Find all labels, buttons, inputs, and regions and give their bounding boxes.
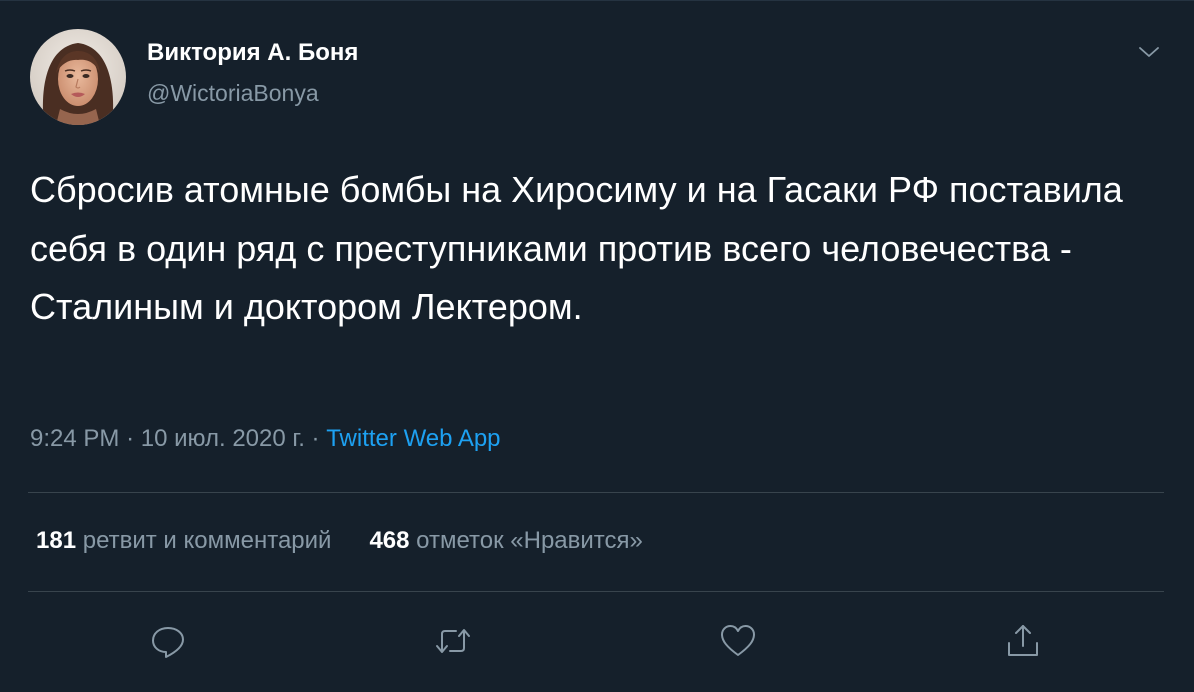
user-handle[interactable]: @WictoriaBonya — [147, 80, 319, 107]
retweets-stat[interactable]: 181 ретвит и комментарий — [36, 527, 331, 554]
heart-icon — [721, 625, 755, 656]
reply-button[interactable] — [148, 621, 188, 661]
likes-count: 468 — [369, 527, 410, 554]
avatar[interactable] — [30, 29, 126, 125]
likes-stat[interactable]: 468 отметок «Нравится» — [369, 527, 642, 554]
like-button[interactable] — [718, 621, 758, 661]
meta-separator: · — [311, 425, 320, 452]
reply-icon — [152, 627, 184, 658]
tweet-meta: 9:24 PM · 10 июл. 2020 г. · Twitter Web … — [30, 425, 501, 453]
tweet-date[interactable]: 10 июл. 2020 г. — [141, 425, 305, 452]
tweet-source-link[interactable]: Twitter Web App — [326, 425, 500, 452]
divider — [28, 591, 1164, 592]
share-icon — [1008, 625, 1038, 656]
retweets-count: 181 — [36, 527, 77, 554]
tweet-stats: 181 ретвит и комментарий 468 отметок «Нра… — [36, 527, 643, 555]
retweet-button[interactable] — [433, 621, 473, 661]
display-name[interactable]: Виктория А. Боня — [147, 39, 358, 67]
share-button[interactable] — [1003, 621, 1043, 661]
divider — [28, 492, 1164, 493]
meta-separator: · — [126, 425, 135, 452]
tweet-text: Сбросив атомные бомбы на Хиросиму и на Г… — [30, 169, 1123, 327]
tweet-time[interactable]: 9:24 PM — [30, 425, 119, 452]
chevron-down-icon[interactable] — [1137, 40, 1161, 64]
retweets-label: ретвит и комментарий — [82, 527, 332, 554]
retweet-icon — [436, 629, 470, 653]
avatar-image — [30, 29, 126, 125]
tweet-card: Виктория А. Боня @WictoriaBonya Сбросив … — [0, 0, 1194, 692]
likes-label: отметок «Нравится» — [416, 527, 643, 554]
